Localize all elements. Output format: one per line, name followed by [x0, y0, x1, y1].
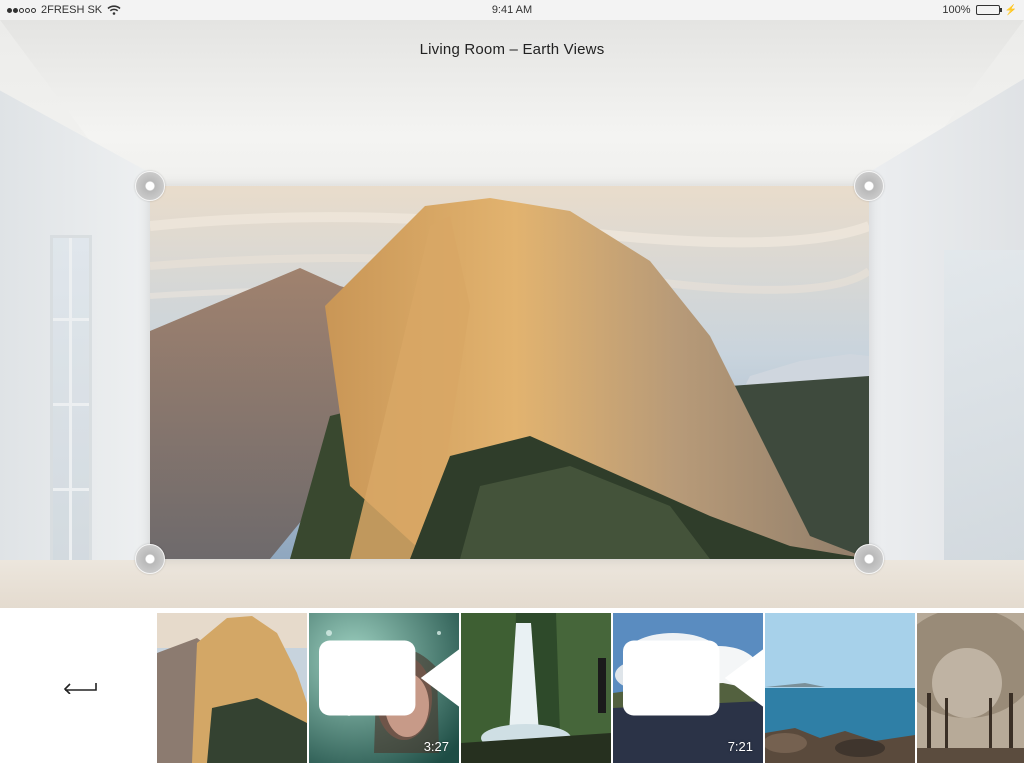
waterfall-thumbnail-image: [461, 613, 611, 763]
resize-handle-top-left[interactable]: [135, 171, 165, 201]
clock: 9:41 AM: [491, 4, 533, 16]
tree-avenue-thumbnail-image: [917, 613, 1024, 763]
thumbnail-tree-avenue[interactable]: [917, 613, 1024, 763]
carrier-label: 2FRESH SK: [41, 4, 103, 16]
video-duration: 7:21: [727, 739, 753, 754]
back-arrow-icon: [63, 683, 97, 694]
resize-handle-bottom-right[interactable]: [854, 544, 884, 574]
room-scene: Living Room – Earth Views: [0, 20, 1024, 608]
status-right: 100% ⚡: [817, 4, 1017, 16]
wifi-icon: [107, 5, 121, 15]
status-left: 2FRESH SK: [7, 4, 207, 16]
back-button[interactable]: [58, 670, 102, 700]
thumbnail-ocean-coast[interactable]: [765, 613, 915, 763]
left-window: [50, 235, 92, 585]
thumbnail-waterfall[interactable]: [461, 613, 611, 763]
video-camera-icon: [319, 640, 459, 716]
status-bar: 2FRESH SK 9:41 AM 100% ⚡: [0, 0, 1024, 20]
thumbnail-woman-behind-rainy-glass[interactable]: 3:27: [309, 613, 459, 763]
wall-photo-preview[interactable]: [150, 186, 869, 559]
battery-icon: [975, 5, 1002, 15]
thumbnail-half-dome[interactable]: [157, 613, 307, 763]
half-dome-thumbnail-image: [157, 613, 307, 763]
battery-percent: 100%: [942, 4, 971, 16]
video-camera-icon: [623, 640, 763, 716]
thumbnail-clouds-over-field[interactable]: 7:21: [613, 613, 763, 763]
half-dome-mountain-photo: [150, 186, 869, 559]
thumbnail-strip: 3:27 7:21: [0, 608, 1024, 768]
ocean-coast-thumbnail-image: [765, 613, 915, 763]
resize-handle-top-right[interactable]: [854, 171, 884, 201]
signal-dots-icon: [7, 7, 36, 13]
charging-icon: ⚡: [1004, 4, 1017, 16]
page-title: Living Room – Earth Views: [419, 41, 605, 58]
video-duration: 3:27: [423, 739, 449, 754]
right-window: [944, 250, 1024, 590]
resize-handle-bottom-left[interactable]: [135, 544, 165, 574]
